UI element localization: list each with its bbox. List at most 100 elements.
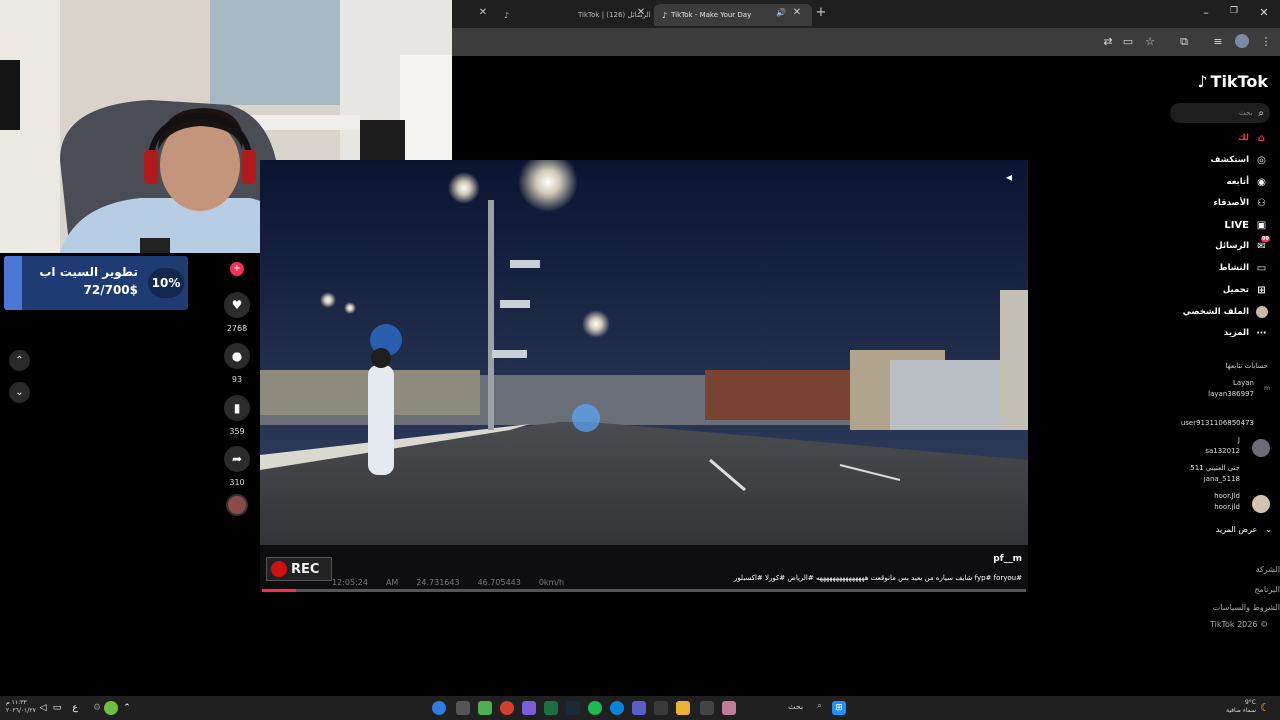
share-icon: ➦ (224, 446, 250, 472)
video-sound-icon[interactable]: ◂ (1006, 170, 1012, 184)
extensions-icon[interactable]: ⧉ (1176, 34, 1192, 50)
volume-icon[interactable]: ◁ (36, 701, 50, 715)
search-icon: ⌕ (817, 701, 822, 710)
nav-profile[interactable]: الملف الشخصي (1183, 303, 1268, 321)
new-tab-plus-icon[interactable]: + (814, 6, 828, 20)
like-count: 2768 (226, 324, 248, 333)
tray-chevron-icon[interactable]: ⌃ (120, 701, 134, 715)
tiktok-logo-icon: ♪ (662, 10, 668, 20)
copyright: TikTok 2026 © (1210, 620, 1268, 629)
app-icon[interactable] (500, 701, 514, 715)
more-icon: ⋯ (1256, 327, 1267, 339)
dashcam-scene (260, 160, 1028, 592)
nav-explore[interactable]: استكشف ◎ (1211, 151, 1268, 169)
tray-app-icon[interactable]: ⚙ (90, 701, 104, 715)
video-author[interactable]: pf__m (993, 554, 1022, 564)
video-player[interactable]: ◂ REC 12:05:24 AM 24.731643 46.705443 0k… (260, 160, 1028, 592)
nav-for-you[interactable]: لك ⌂ (1238, 129, 1268, 147)
goal-percent: 10% (148, 268, 184, 298)
search-input[interactable]: بحث (1239, 109, 1252, 117)
bookmark-star-icon[interactable]: ☆ (1142, 34, 1158, 50)
search-box[interactable]: بحث ⌕ (1170, 103, 1270, 123)
minimize-icon[interactable]: – (1198, 6, 1214, 19)
video-caption: شايف سياره من بعيد بس مانوقعت هههههههههه… (733, 574, 1022, 582)
tab-1[interactable]: ♪ (496, 4, 556, 26)
app-icon[interactable] (456, 701, 470, 715)
footer-link[interactable]: الشروط والسياسات (1213, 603, 1280, 612)
tab-audio-icon[interactable]: 🔊 (774, 6, 788, 20)
app-icon[interactable] (654, 701, 668, 715)
save-count: 359 (229, 427, 245, 436)
edge-icon[interactable] (610, 701, 624, 715)
rec-dot-icon (271, 561, 287, 577)
account-avatar: m (1264, 385, 1270, 392)
save-action[interactable]: ▮ 359 (222, 395, 252, 436)
app-icon[interactable] (700, 701, 714, 715)
tray-app-icon[interactable] (104, 701, 118, 715)
goal-title: تطوير السيت اب (39, 265, 138, 279)
spotify-icon[interactable] (588, 701, 602, 715)
comment-action[interactable]: ● 93 (222, 343, 252, 384)
account-avatar (1252, 439, 1270, 457)
start-windows-icon[interactable]: ⊞ (832, 701, 846, 715)
file-explorer-icon[interactable] (676, 701, 690, 715)
nav-activity[interactable]: النشاط ▭ (1219, 259, 1268, 277)
nav-following[interactable]: أتابعه ◉ (1227, 173, 1268, 191)
nav-upload[interactable]: تحميل ⊞ (1223, 281, 1268, 299)
follow-plus-button[interactable]: + (230, 262, 244, 276)
taskbar-search[interactable]: بحث ⌕ (788, 701, 822, 711)
close-window-icon[interactable]: ✕ (1256, 6, 1272, 19)
reading-list-icon[interactable]: ≡ (1210, 34, 1226, 50)
weather-widget[interactable]: 9°C سماء صافية (1226, 699, 1256, 715)
live-icon: ▣ (1256, 219, 1267, 231)
like-action[interactable]: ♥ 2768 (222, 292, 252, 333)
comment-count: 93 (231, 375, 243, 384)
tab-close-icon[interactable]: ✕ (476, 6, 490, 20)
see-more-button[interactable]: عرض المزيد ⌄ (1216, 525, 1272, 534)
discord-icon[interactable] (522, 701, 536, 715)
windows-taskbar: ١١:٣٣ م ٢٠٢٦/٠١/٢٧ ◁ ▭ ع ⚙ ⌃ بحث ⌕ ⊞ 9°C… (0, 696, 1280, 720)
video-progress-bar[interactable] (262, 589, 1026, 592)
tiktok-note-icon: ♪ (1197, 72, 1208, 91)
goal-amount: 72/700$ (83, 283, 138, 297)
nav-friends[interactable]: الأصدقاء ⚇ (1214, 194, 1268, 212)
tab-close-icon[interactable]: ✕ (790, 6, 804, 20)
profile-icon (1255, 306, 1268, 319)
network-icon[interactable]: ▭ (50, 701, 64, 715)
translate-icon[interactable]: ⇄ (1100, 34, 1116, 50)
account-item[interactable]: Layan layan386997 (1208, 378, 1266, 400)
upload-icon: ⊞ (1257, 284, 1266, 296)
compass-icon: ◎ (1257, 154, 1266, 166)
footer-link[interactable]: الشركة (1256, 565, 1280, 574)
account-item[interactable]: user9131106850473 (1181, 418, 1266, 429)
tab-make-your-day[interactable]: ♪ TikTok - Make Your Day (654, 4, 812, 26)
messages-badge: 99 (1261, 235, 1270, 242)
scroll-down-button[interactable]: ⌄ (9, 382, 30, 403)
nav-messages[interactable]: الرسائل ✉ 99 (1215, 235, 1270, 255)
language-indicator[interactable]: ع (68, 701, 82, 715)
search-icon[interactable]: ⌕ (1258, 108, 1264, 119)
nav-more[interactable]: المزيد ⋯ (1224, 324, 1268, 342)
footer-link[interactable]: البرنامج (1254, 585, 1280, 594)
app-icon[interactable] (478, 701, 492, 715)
share-action[interactable]: ➦ 310 (222, 446, 252, 487)
sound-avatar[interactable] (226, 494, 248, 516)
profile-avatar-icon[interactable] (1234, 34, 1250, 50)
goal-overlay: 10% تطوير السيت اب 72/700$ (4, 256, 188, 310)
scroll-up-button[interactable]: ⌃ (9, 350, 30, 371)
tiktok-logo[interactable]: ♪ TikTok (1197, 72, 1268, 91)
cast-icon[interactable]: ▭ (1120, 34, 1136, 50)
app-icon[interactable] (632, 701, 646, 715)
browser-menu-icon[interactable]: ⋮ (1258, 34, 1274, 50)
steam-icon[interactable] (566, 701, 580, 715)
following-title: حسابات تتابعها (1225, 362, 1268, 370)
screen: ✕ ♪ TikTok | الرسائل (126) ✕ ♪ TikTok - … (0, 0, 1280, 720)
chrome-icon[interactable] (432, 701, 446, 715)
clock[interactable]: ١١:٣٣ م ٢٠٢٦/٠١/٢٧ (6, 699, 36, 715)
account-item[interactable]: جنى العتيبي 511 jana_5118 (1190, 463, 1266, 485)
app-icon[interactable] (722, 701, 736, 715)
nav-live[interactable]: LIVE ▣ (1224, 216, 1268, 234)
excel-icon[interactable] (544, 701, 558, 715)
maximize-icon[interactable]: ❐ (1226, 6, 1242, 16)
tab-close-icon[interactable]: ✕ (634, 6, 648, 20)
